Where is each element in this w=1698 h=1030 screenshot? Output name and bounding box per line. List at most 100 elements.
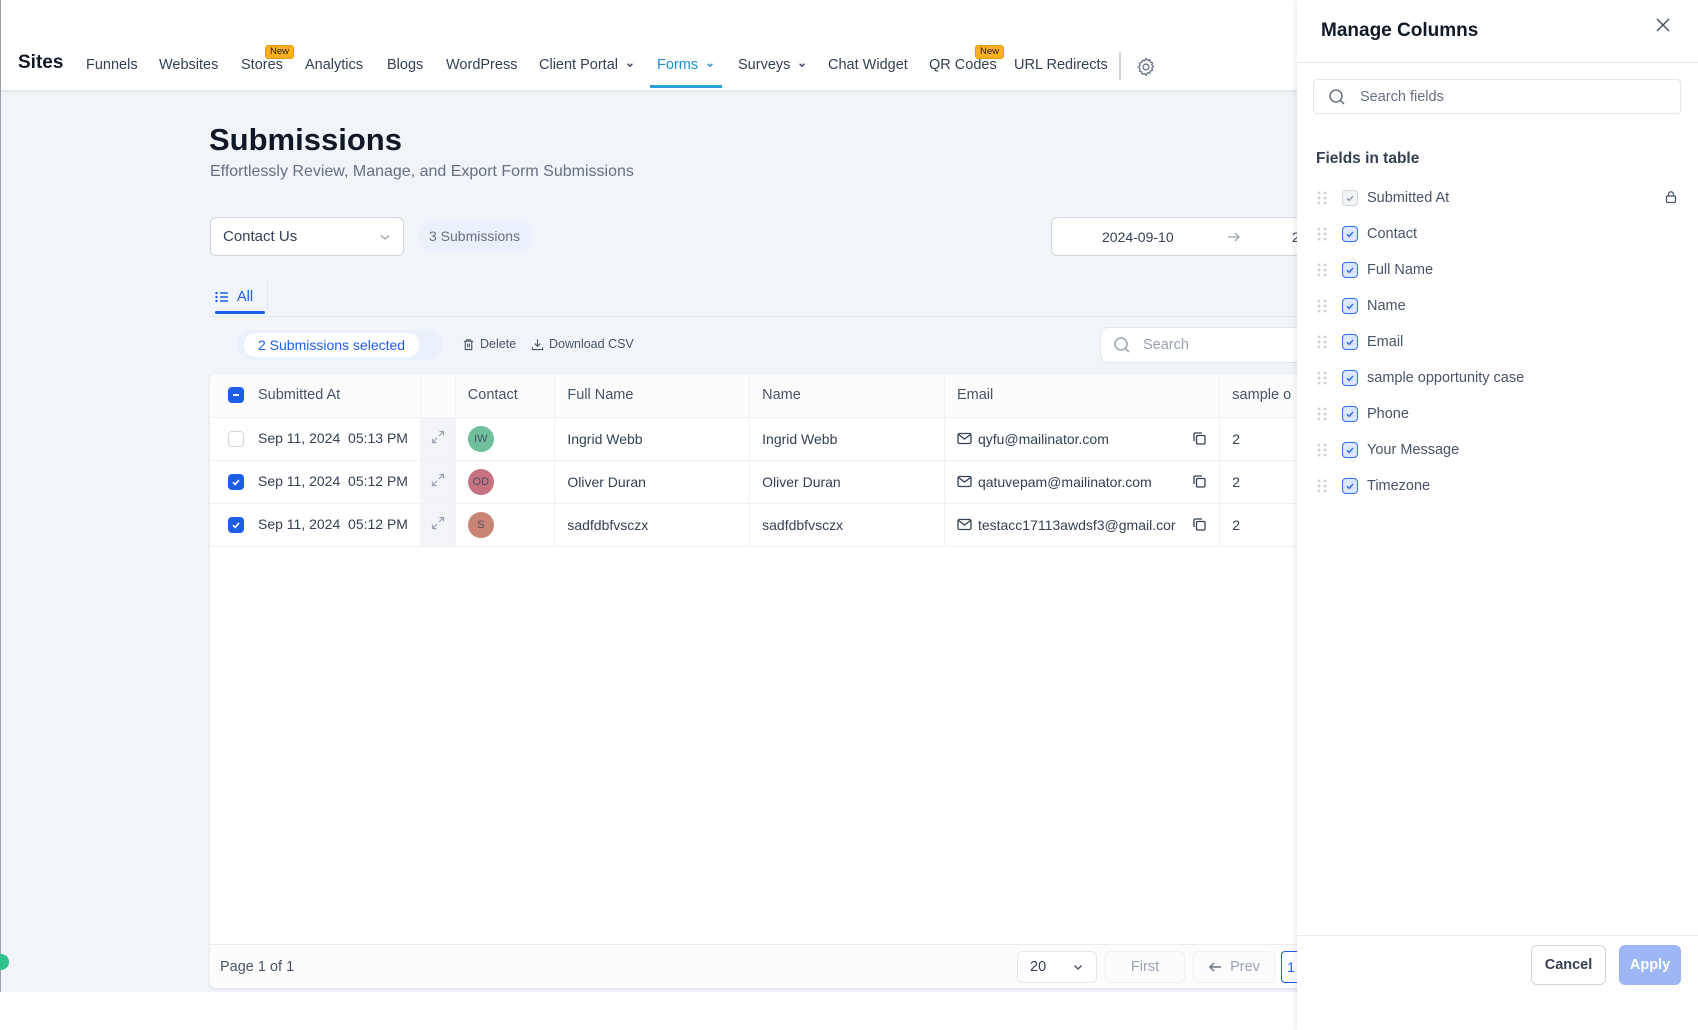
name-cell: Ingrid Webb [749,417,945,461]
nav-surveys-label: Surveys [738,57,791,73]
chat-bubble-button[interactable] [0,954,9,970]
field-row[interactable]: Contact [1316,222,1678,246]
column-header-full-name[interactable]: Full Name [554,374,751,418]
date-start[interactable]: 2024-09-10 [1102,229,1174,245]
page-indicator: Page 1 of 1 [220,959,295,975]
name-cell: sadfdbfvsczx [749,503,945,547]
field-checkbox[interactable] [1342,298,1358,314]
nav-qr-codes[interactable]: QR Codes [929,57,997,73]
select-all-checkbox[interactable] [228,387,244,404]
chevron-down-icon [707,63,714,68]
apply-button[interactable]: Apply [1619,945,1681,985]
search-input[interactable]: Search [1100,327,1320,363]
field-row[interactable]: Submitted At [1316,186,1678,210]
nav-stores[interactable]: Stores [241,57,283,73]
email-value: testacc17113awdsf3@gmail.cor [977,516,1176,533]
column-header-name[interactable]: Name [749,374,945,418]
column-header-contact[interactable]: Contact [455,374,556,418]
nav-wordpress[interactable]: WordPress [446,57,517,73]
drag-handle-icon[interactable] [1316,262,1328,278]
copy-icon[interactable] [1192,517,1207,532]
nav-surveys[interactable]: Surveys [738,57,806,73]
tab-all[interactable]: All [215,280,253,314]
nav-client-portal[interactable]: Client Portal [539,57,634,73]
nav-blogs[interactable]: Blogs [387,57,423,73]
drag-handle-icon[interactable] [1316,370,1328,386]
search-fields-input[interactable]: Search fields [1313,79,1681,114]
date-range-picker[interactable]: 2024-09-10 2 [1051,217,1311,256]
field-checkbox[interactable] [1342,442,1358,458]
close-icon[interactable] [1655,17,1671,33]
page-size-select[interactable]: 20 [1017,951,1097,983]
form-select[interactable]: Contact Us [210,217,404,256]
check-icon [1346,267,1354,274]
avatar[interactable]: S [467,511,494,538]
delete-button[interactable]: Delete [462,337,516,351]
field-checkbox[interactable] [1342,370,1358,386]
contact-cell: OD [455,460,556,504]
chevron-down-icon [1074,965,1082,970]
copy-icon[interactable] [1192,431,1207,446]
field-label: Your Message [1367,442,1460,458]
nav-analytics[interactable]: Analytics [305,57,363,73]
trash-icon [463,338,474,350]
nav-websites[interactable]: Websites [159,57,218,73]
drag-handle-icon[interactable] [1316,226,1328,242]
drag-handle-icon[interactable] [1316,406,1328,422]
submitted-at-value: Sep 11, 2024 05:12 PM [258,472,408,489]
column-header-email[interactable]: Email [944,374,1221,418]
table-row[interactable]: Sep 11, 2024 05:12 PM OD Oliver Duran Olive… [210,460,1310,504]
nav-url-redirects[interactable]: URL Redirects [1014,57,1108,73]
field-row[interactable]: Timezone [1316,474,1678,498]
expand-icon[interactable] [431,430,445,444]
cancel-button[interactable]: Cancel [1531,945,1606,985]
prev-page-button[interactable]: Prev [1193,951,1275,983]
nav-funnels[interactable]: Funnels [86,57,138,73]
delete-label: Delete [480,337,517,351]
download-csv-button[interactable]: Download CSV [531,337,634,351]
minus-icon [233,394,239,397]
field-checkbox[interactable] [1342,406,1358,422]
column-header-submitted-at[interactable]: Submitted At [210,374,421,418]
row-checkbox[interactable] [228,517,244,534]
field-checkbox[interactable] [1342,478,1358,494]
expand-cell[interactable] [420,460,456,504]
form-select-value: Contact Us [223,228,298,245]
field-row[interactable]: Email [1316,330,1678,354]
field-row[interactable]: Name [1316,294,1678,318]
drag-handle-icon[interactable] [1316,298,1328,314]
table-row[interactable]: Sep 11, 2024 05:13 PM IW Ingrid Webb Ingrid… [210,417,1310,461]
table-row[interactable]: Sep 11, 2024 05:12 PM Ssadfdbfvsczx sadfdb… [210,503,1310,547]
expand-icon[interactable] [431,473,445,487]
field-row[interactable]: Phone [1316,402,1678,426]
mail-icon [957,475,972,488]
field-checkbox[interactable] [1342,226,1358,242]
nav-forms[interactable]: Forms [657,57,714,73]
expand-cell[interactable] [420,503,456,547]
field-label: Email [1367,334,1404,350]
row-checkbox[interactable] [228,431,244,448]
field-row[interactable]: Your Message [1316,438,1678,462]
gear-icon[interactable] [1135,56,1157,78]
copy-icon[interactable] [1192,474,1207,489]
first-page-button[interactable]: First [1105,951,1185,983]
submission-count-badge: 3 Submissions [417,220,533,252]
field-checkbox[interactable] [1342,334,1358,350]
drag-handle-icon[interactable] [1316,190,1328,206]
drag-handle-icon[interactable] [1316,334,1328,350]
nav-chat-widget[interactable]: Chat Widget [828,57,908,73]
prev-label: Prev [1230,959,1260,975]
expand-cell[interactable] [420,417,456,461]
field-row[interactable]: Full Name [1316,258,1678,282]
new-badge: New [975,45,1005,59]
avatar[interactable]: OD [467,468,494,495]
first-label: First [1130,959,1160,975]
expand-icon[interactable] [431,516,445,530]
pagination-bar: Page 1 of 1 20 First Prev 1 [210,944,1310,988]
field-checkbox[interactable] [1342,262,1358,278]
field-row[interactable]: sample opportunity case [1316,366,1678,390]
drag-handle-icon[interactable] [1316,442,1328,458]
drag-handle-icon[interactable] [1316,478,1328,494]
row-checkbox[interactable] [228,474,244,491]
avatar[interactable]: IW [467,425,494,452]
